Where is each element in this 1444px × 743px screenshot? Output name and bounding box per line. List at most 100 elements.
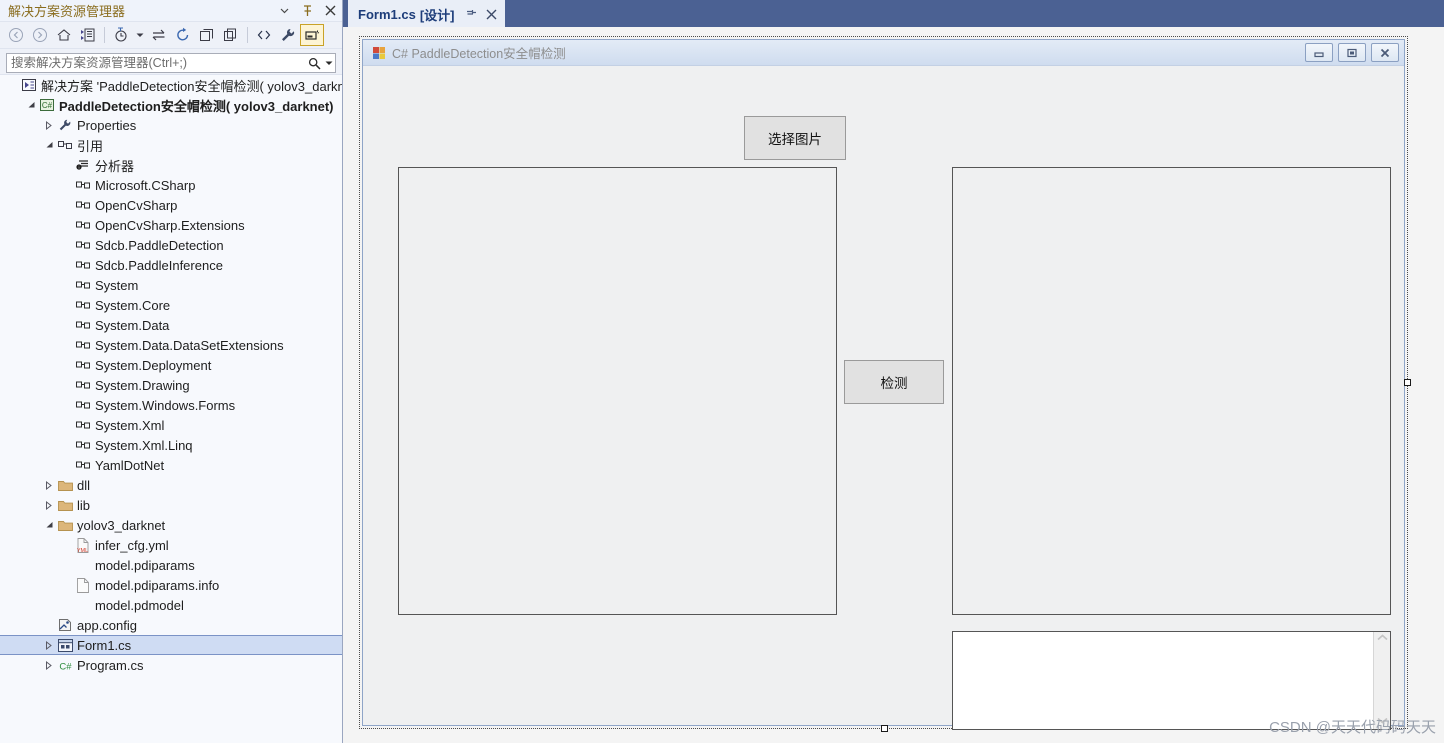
tree-row[interactable]: C# PaddleDetection安全帽检测( yolov3_darknet): [0, 95, 342, 115]
pin-icon[interactable]: [301, 4, 314, 18]
view-designer-icon[interactable]: [300, 24, 324, 46]
close-icon[interactable]: [324, 4, 337, 18]
reference-icon: [74, 380, 92, 390]
log-textbox-scrollbar[interactable]: [1373, 632, 1390, 729]
tree-row[interactable]: Sdcb.PaddleDetection: [0, 235, 342, 255]
tree-row-label: Sdcb.PaddleInference: [95, 257, 223, 273]
tree-row-label: Sdcb.PaddleDetection: [95, 237, 224, 253]
tree-row[interactable]: YamlDotNet: [0, 455, 342, 475]
tree-row[interactable]: 解决方案 'PaddleDetection安全帽检测( yolov3_darkn…: [0, 75, 342, 95]
file-icon: [74, 577, 92, 593]
search-box[interactable]: [6, 53, 336, 73]
tree-row-label: model.pdmodel: [95, 597, 184, 613]
editor-area: Form1.cs [设计] C# PaddleDetection安全帽检测 选择…: [343, 0, 1444, 743]
search-icon[interactable]: [305, 57, 323, 70]
resize-handle-bottom[interactable]: [881, 725, 888, 732]
tree-row[interactable]: model.pdiparams.info: [0, 575, 342, 595]
tree-row[interactable]: model.pdiparams: [0, 555, 342, 575]
tree-row[interactable]: System: [0, 275, 342, 295]
home-icon[interactable]: [52, 24, 76, 46]
tree-row[interactable]: Properties: [0, 115, 342, 135]
tree-row[interactable]: dll: [0, 475, 342, 495]
solution-icon[interactable]: [76, 24, 100, 46]
solution-tree[interactable]: 解决方案 'PaddleDetection安全帽检测( yolov3_darkn…: [0, 74, 342, 743]
tree-row[interactable]: System.Drawing: [0, 375, 342, 395]
tree-row[interactable]: System.Core: [0, 295, 342, 315]
maximize-button[interactable]: [1338, 43, 1366, 62]
expander-expanded-icon[interactable]: [42, 141, 56, 149]
tree-row[interactable]: System.Deployment: [0, 355, 342, 375]
result-picturebox[interactable]: [952, 167, 1391, 615]
close-button[interactable]: [1371, 43, 1399, 62]
expander-collapsed-icon[interactable]: [42, 120, 56, 130]
tree-row-label: Properties: [77, 117, 137, 133]
detect-button[interactable]: 检测: [844, 360, 944, 404]
tab-form1-designer[interactable]: Form1.cs [设计]: [348, 0, 506, 27]
sync-icon[interactable]: [147, 24, 171, 46]
yml-file-icon: YML: [74, 537, 92, 553]
tree-row[interactable]: OpenCvSharp: [0, 195, 342, 215]
refresh-icon[interactable]: [171, 24, 195, 46]
tree-row-label: System.Core: [95, 297, 171, 313]
close-icon[interactable]: [486, 9, 497, 20]
expander-collapsed-icon[interactable]: [42, 640, 56, 650]
form-caption-buttons: [1305, 43, 1399, 62]
tree-row-label: System.Deployment: [95, 357, 212, 373]
resize-handle-right[interactable]: [1404, 379, 1411, 386]
forward-icon[interactable]: [28, 24, 52, 46]
show-all-files-icon[interactable]: [219, 24, 243, 46]
search-options-chevron-icon[interactable]: [323, 59, 335, 67]
reference-icon: [74, 260, 92, 270]
chevron-down-icon[interactable]: [278, 4, 291, 18]
expander-collapsed-icon[interactable]: [42, 660, 56, 670]
tree-row[interactable]: YML infer_cfg.yml: [0, 535, 342, 555]
select-image-button-label: 选择图片: [768, 132, 822, 147]
expander-collapsed-icon[interactable]: [42, 480, 56, 490]
properties-wrench-icon[interactable]: [276, 24, 300, 46]
tree-row[interactable]: C# Program.cs: [0, 655, 342, 675]
folder-icon: [56, 479, 74, 492]
tree-row[interactable]: System.Xml.Linq: [0, 435, 342, 455]
svg-text:YML: YML: [77, 548, 88, 553]
tree-row[interactable]: System.Xml: [0, 415, 342, 435]
view-code-icon[interactable]: [252, 24, 276, 46]
tree-row[interactable]: Microsoft.CSharp: [0, 175, 342, 195]
select-image-button[interactable]: 选择图片: [744, 116, 846, 160]
reference-icon: [74, 300, 92, 310]
tree-row[interactable]: 引用: [0, 135, 342, 155]
tree-row[interactable]: lib: [0, 495, 342, 515]
tree-row[interactable]: model.pdmodel: [0, 595, 342, 615]
tree-row[interactable]: Sdcb.PaddleInference: [0, 255, 342, 275]
designer-surface[interactable]: C# PaddleDetection安全帽检测 选择图片 检测 CSDN @天天…: [343, 27, 1444, 743]
tree-row[interactable]: OpenCvSharp.Extensions: [0, 215, 342, 235]
tree-row-label: 分析器: [95, 158, 135, 174]
tree-row-selected[interactable]: Form1.cs: [0, 635, 342, 655]
pending-changes-icon[interactable]: [109, 24, 133, 46]
tree-row-label: 解决方案 'PaddleDetection安全帽检测( yolov3_darkn…: [41, 78, 342, 94]
collapse-all-icon[interactable]: [195, 24, 219, 46]
expander-expanded-icon[interactable]: [42, 521, 56, 529]
tree-row[interactable]: System.Windows.Forms: [0, 395, 342, 415]
toolbar-separator: [104, 27, 105, 43]
expander-expanded-icon[interactable]: [24, 101, 38, 109]
reference-icon: [74, 180, 92, 190]
tab-title: Form1.cs: [358, 7, 416, 22]
source-picturebox[interactable]: [398, 167, 837, 615]
folder-icon: [56, 499, 74, 512]
tree-row[interactable]: yolov3_darknet: [0, 515, 342, 535]
tree-row[interactable]: System.Data.DataSetExtensions: [0, 335, 342, 355]
chevron-down-icon[interactable]: [133, 24, 147, 46]
tree-row[interactable]: System.Data: [0, 315, 342, 335]
scroll-up-arrow-icon[interactable]: [1376, 634, 1388, 644]
tree-row-label: yolov3_darknet: [77, 517, 166, 533]
minimize-button[interactable]: [1305, 43, 1333, 62]
log-textbox-area[interactable]: [953, 632, 1373, 729]
back-icon[interactable]: [4, 24, 28, 46]
tree-row[interactable]: app.config: [0, 615, 342, 635]
tree-row-label: OpenCvSharp: [95, 197, 178, 213]
tree-row[interactable]: i 分析器: [0, 155, 342, 175]
tree-row-label: System.Xml: [95, 417, 165, 433]
search-input[interactable]: [7, 54, 305, 72]
pin-icon[interactable]: [466, 9, 477, 21]
expander-collapsed-icon[interactable]: [42, 500, 56, 510]
